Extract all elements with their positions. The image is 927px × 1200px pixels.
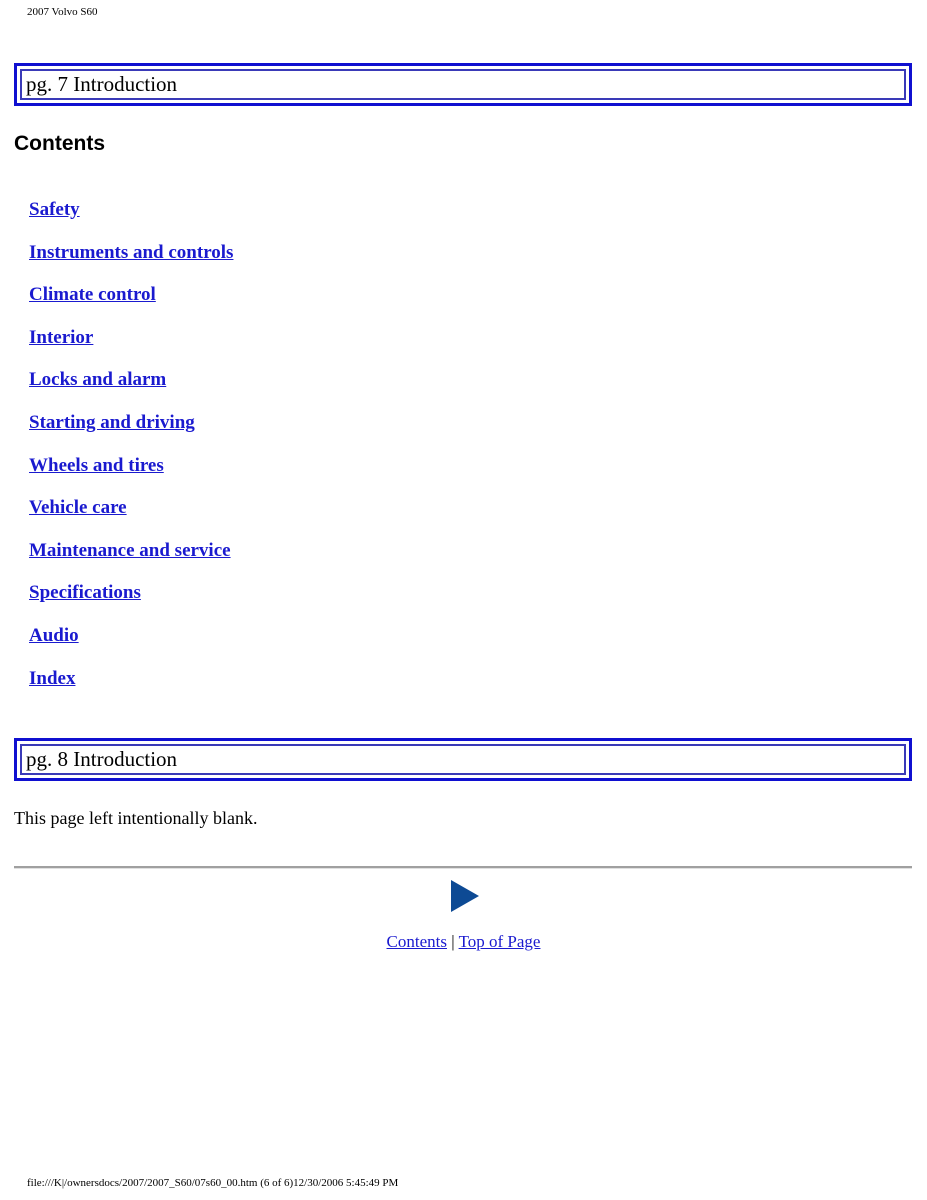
toc-link-specifications[interactable]: Specifications bbox=[29, 582, 141, 603]
list-item: Interior bbox=[29, 327, 233, 370]
list-item: Index bbox=[29, 668, 233, 711]
toc-link-maintenance-and-service[interactable]: Maintenance and service bbox=[29, 540, 231, 561]
top-of-page-link[interactable]: Top of Page bbox=[459, 932, 541, 951]
list-item: Climate control bbox=[29, 284, 233, 327]
section-title-pg7: pg. 7 Introduction bbox=[20, 69, 906, 100]
list-item: Maintenance and service bbox=[29, 540, 233, 583]
section-header-pg8: pg. 8 Introduction bbox=[14, 738, 912, 781]
list-item: Audio bbox=[29, 625, 233, 668]
running-header: 2007 Volvo S60 bbox=[27, 6, 98, 18]
list-item: Wheels and tires bbox=[29, 455, 233, 498]
section-title-pg8: pg. 8 Introduction bbox=[20, 744, 906, 775]
contents-link[interactable]: Contents bbox=[387, 932, 447, 951]
list-item: Starting and driving bbox=[29, 412, 233, 455]
contents-heading: Contents bbox=[14, 132, 105, 155]
list-item: Instruments and controls bbox=[29, 242, 233, 285]
list-item: Locks and alarm bbox=[29, 369, 233, 412]
footer-navigation: Contents | Top of Page bbox=[0, 932, 927, 952]
list-item: Vehicle care bbox=[29, 497, 233, 540]
toc-link-index[interactable]: Index bbox=[29, 668, 75, 689]
link-separator: | bbox=[451, 932, 455, 951]
toc-link-climate-control[interactable]: Climate control bbox=[29, 284, 156, 305]
running-footer: file:///K|/ownersdocs/2007/2007_S60/07s6… bbox=[27, 1177, 399, 1189]
section-header-pg7: pg. 7 Introduction bbox=[14, 63, 912, 106]
toc-link-starting-and-driving[interactable]: Starting and driving bbox=[29, 412, 195, 433]
blank-page-notice: This page left intentionally blank. bbox=[14, 808, 258, 828]
toc-link-wheels-and-tires[interactable]: Wheels and tires bbox=[29, 455, 164, 476]
toc-link-interior[interactable]: Interior bbox=[29, 327, 93, 348]
list-item: Specifications bbox=[29, 582, 233, 625]
toc-link-safety[interactable]: Safety bbox=[29, 199, 80, 220]
toc-link-locks-and-alarm[interactable]: Locks and alarm bbox=[29, 369, 166, 390]
toc-link-audio[interactable]: Audio bbox=[29, 625, 79, 646]
horizontal-divider bbox=[14, 866, 912, 869]
toc-link-vehicle-care[interactable]: Vehicle care bbox=[29, 497, 127, 518]
toc-link-instruments-and-controls[interactable]: Instruments and controls bbox=[29, 242, 233, 263]
list-item: Safety bbox=[29, 199, 233, 242]
next-arrow-icon[interactable] bbox=[451, 880, 479, 912]
contents-list: Safety Instruments and controls Climate … bbox=[29, 199, 233, 710]
